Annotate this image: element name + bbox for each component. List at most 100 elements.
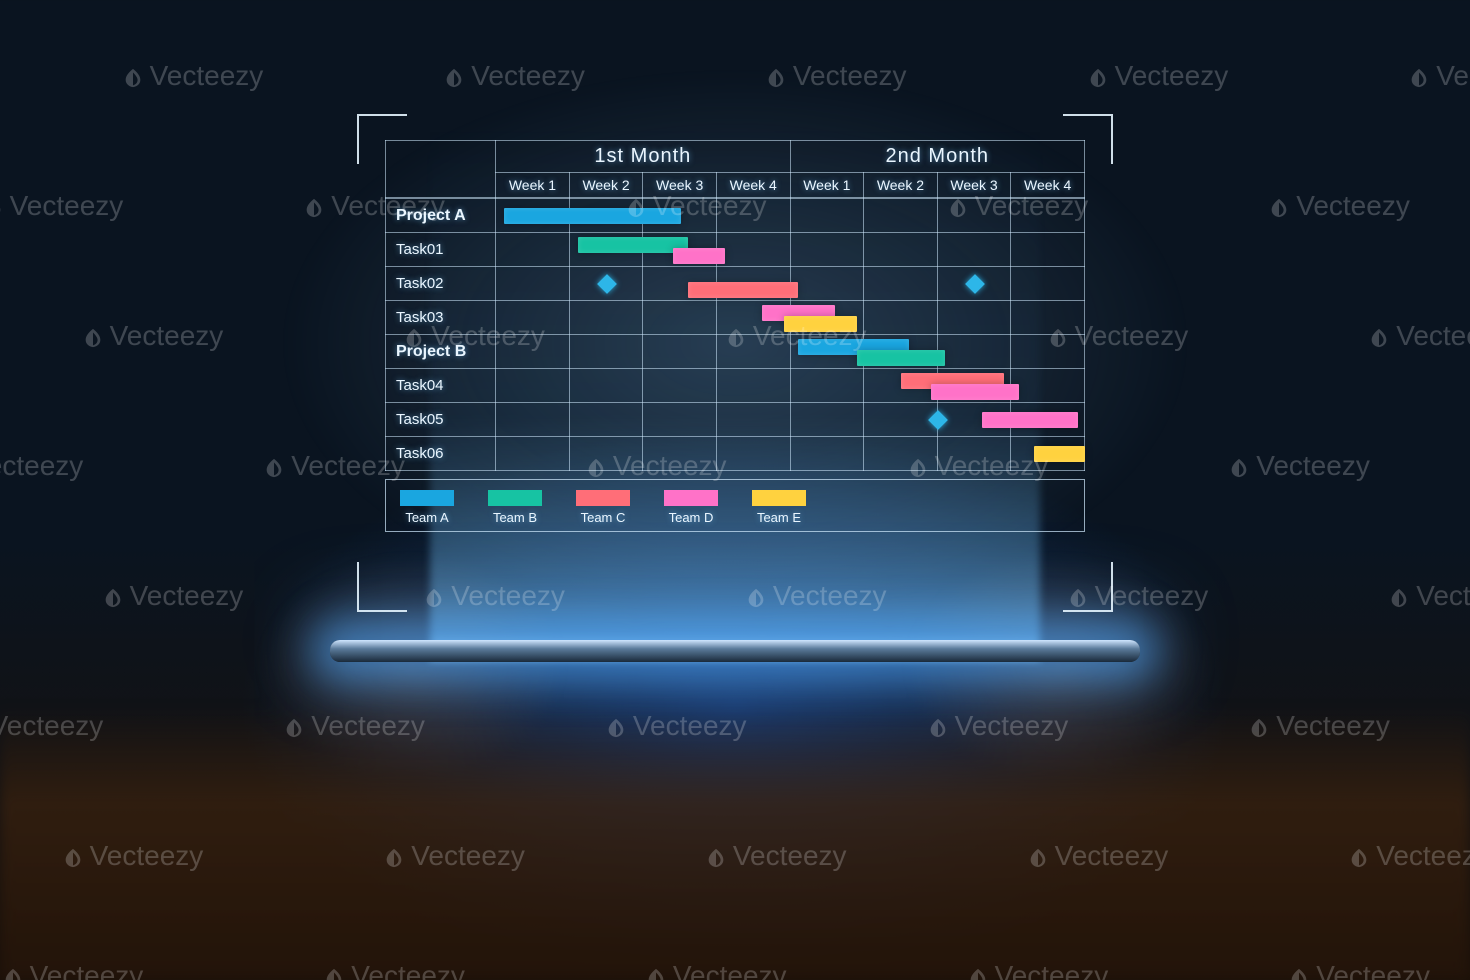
grid-cell <box>937 369 1011 403</box>
grid-cell <box>496 369 570 403</box>
task-row-label: Task03 <box>386 301 496 335</box>
grid-cell <box>864 233 938 267</box>
grid-cell <box>937 301 1011 335</box>
grid-cell <box>1011 301 1085 335</box>
legend-swatch <box>576 490 630 506</box>
grid-cell <box>790 403 864 437</box>
task-row-label: Task05 <box>386 403 496 437</box>
legend-label: Team B <box>493 510 537 525</box>
grid-cell <box>1011 369 1085 403</box>
legend-swatch <box>664 490 718 506</box>
week-header: Week 1 <box>496 173 570 198</box>
week-header: Week 2 <box>864 173 938 198</box>
week-header: Week 2 <box>569 173 643 198</box>
grid-cell <box>569 403 643 437</box>
grid-cell <box>790 233 864 267</box>
task-row-label: Task02 <box>386 267 496 301</box>
legend-item: Team A <box>400 490 454 525</box>
week-header: Week 1 <box>790 173 864 198</box>
tablet-device <box>330 640 1140 662</box>
grid-cell <box>1011 403 1085 437</box>
gantt-time-header: 1st Month 2nd Month Week 1Week 2Week 3We… <box>385 140 1085 198</box>
task-row-label: Task06 <box>386 437 496 471</box>
grid-cell <box>937 437 1011 471</box>
grid-cell <box>937 199 1011 233</box>
grid-cell <box>790 369 864 403</box>
corner-bracket-icon <box>357 562 407 612</box>
grid-cell <box>864 403 938 437</box>
gantt-row-grid: Project ATask01Task02Task03Project BTask… <box>385 198 1085 471</box>
task-row-label: Task04 <box>386 369 496 403</box>
chart-legend: Team A Team B Team C Team D Team E <box>385 479 1085 532</box>
legend-swatch <box>400 490 454 506</box>
grid-cell <box>790 267 864 301</box>
grid-cell <box>496 301 570 335</box>
month-header: 2nd Month <box>790 141 1084 173</box>
grid-cell <box>643 369 717 403</box>
grid-cell <box>569 437 643 471</box>
week-header: Week 3 <box>937 173 1011 198</box>
grid-cell <box>1011 233 1085 267</box>
grid-cell <box>716 369 790 403</box>
grid-cell <box>716 267 790 301</box>
legend-item: Team D <box>664 490 718 525</box>
legend-label: Team A <box>405 510 448 525</box>
grid-cell <box>937 233 1011 267</box>
grid-cell <box>496 437 570 471</box>
grid-cell <box>790 335 864 369</box>
grid-cell <box>496 267 570 301</box>
grid-cell <box>716 437 790 471</box>
legend-swatch <box>488 490 542 506</box>
grid-cell <box>643 403 717 437</box>
grid-cell <box>569 233 643 267</box>
grid-cell <box>1011 437 1085 471</box>
grid-cell <box>569 301 643 335</box>
project-row-label: Project A <box>386 199 496 233</box>
grid-cell <box>790 437 864 471</box>
grid-cell <box>864 369 938 403</box>
grid-cell <box>716 233 790 267</box>
grid-cell <box>937 267 1011 301</box>
legend-item: Team B <box>488 490 542 525</box>
gantt-chart-panel: 1st Month 2nd Month Week 1Week 2Week 3We… <box>385 140 1085 532</box>
week-header: Week 3 <box>643 173 717 198</box>
grid-cell <box>716 403 790 437</box>
grid-cell <box>790 199 864 233</box>
grid-cell <box>496 403 570 437</box>
gantt-chart-area: Project ATask01Task02Task03Project BTask… <box>385 198 1085 471</box>
grid-cell <box>716 335 790 369</box>
grid-cell <box>1011 335 1085 369</box>
grid-cell <box>716 199 790 233</box>
month-header: 1st Month <box>496 141 790 173</box>
grid-cell <box>643 233 717 267</box>
legend-label: Team E <box>757 510 801 525</box>
week-header: Week 4 <box>1011 173 1085 198</box>
legend-label: Team D <box>669 510 714 525</box>
grid-cell <box>643 335 717 369</box>
grid-cell <box>937 403 1011 437</box>
corner-bracket-icon <box>1063 114 1113 164</box>
legend-item: Team C <box>576 490 630 525</box>
corner-bracket-icon <box>1063 562 1113 612</box>
grid-cell <box>569 199 643 233</box>
grid-cell <box>1011 199 1085 233</box>
project-row-label: Project B <box>386 335 496 369</box>
grid-cell <box>496 199 570 233</box>
grid-cell <box>1011 267 1085 301</box>
legend-label: Team C <box>581 510 626 525</box>
grid-cell <box>496 233 570 267</box>
grid-cell <box>864 199 938 233</box>
grid-cell <box>864 437 938 471</box>
grid-cell <box>569 267 643 301</box>
grid-cell <box>643 301 717 335</box>
grid-cell <box>496 335 570 369</box>
week-header: Week 4 <box>716 173 790 198</box>
grid-cell <box>864 267 938 301</box>
legend-item: Team E <box>752 490 806 525</box>
grid-cell <box>864 301 938 335</box>
grid-cell <box>643 199 717 233</box>
grid-cell <box>569 335 643 369</box>
grid-cell <box>569 369 643 403</box>
grid-cell <box>643 267 717 301</box>
corner-bracket-icon <box>357 114 407 164</box>
